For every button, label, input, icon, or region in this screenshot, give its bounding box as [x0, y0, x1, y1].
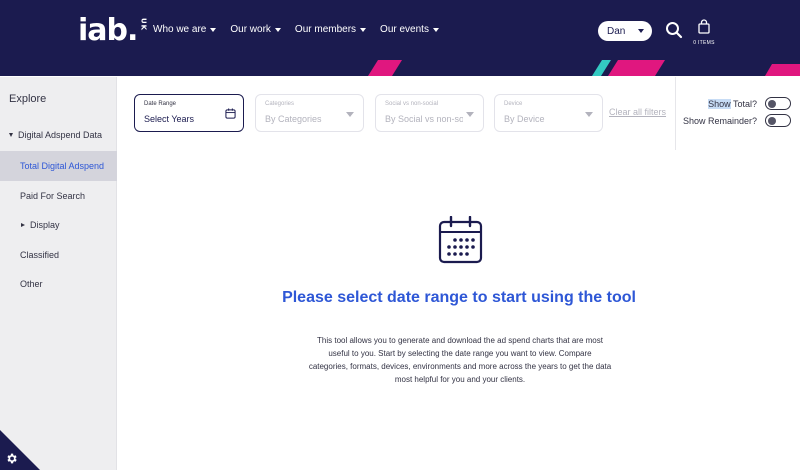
sidebar-title: Explore: [9, 93, 47, 105]
logo-suffix: UK: [139, 18, 148, 32]
show-remainder-toggle[interactable]: [765, 114, 791, 127]
triangle-down-icon: [9, 133, 13, 137]
sidebar-item-other[interactable]: Other: [0, 269, 117, 299]
nav-label: Our events: [380, 24, 429, 35]
calendar-icon: [438, 216, 483, 264]
toggle-panel: Show Total? Show Remainder?: [675, 77, 800, 150]
user-name: Dan: [607, 25, 626, 37]
filter-value: By Social vs non-so: [385, 114, 463, 124]
nav-label: Our work: [230, 24, 271, 35]
sidebar-item-label: Digital Adspend Data: [18, 130, 103, 140]
categories-filter[interactable]: Categories By Categories: [255, 94, 364, 132]
selected-text: Show: [708, 98, 731, 109]
sidebar-item-total-digital-adspend[interactable]: Total Digital Adspend: [0, 151, 117, 181]
filter-value: Select Years: [144, 114, 195, 124]
show-remainder-row: Show Remainder?: [683, 114, 791, 127]
filter-label: Social vs non-social: [385, 101, 439, 107]
nav-label: Who we are: [153, 24, 207, 35]
show-total-row: Show Total?: [708, 97, 791, 110]
sidebar-item-label: Paid For Search: [20, 191, 86, 201]
sidebar: Explore Digital Adspend Data Total Digit…: [0, 77, 117, 470]
sidebar-item-label: Display: [30, 220, 60, 230]
nav-label: Our members: [294, 24, 357, 35]
show-total-toggle[interactable]: [765, 97, 791, 110]
sidebar-item-digital-adspend-data[interactable]: Digital Adspend Data: [0, 120, 117, 150]
nav-our-members[interactable]: Our members: [294, 24, 367, 35]
filter-label: Categories: [265, 101, 295, 107]
chevron-down-icon: [360, 27, 367, 32]
show-remainder-label: Show Remainder?: [682, 115, 757, 126]
sidebar-item-label: Total Digital Adspend: [20, 161, 105, 171]
social-filter[interactable]: Social vs non-social By Social vs non-so: [375, 94, 484, 132]
chevron-down-icon: [585, 112, 593, 117]
gear-icon: [7, 453, 17, 464]
filter-value: By Categories: [265, 114, 322, 124]
empty-state-heading: Please select date range to start using …: [282, 289, 636, 306]
clear-filters-link[interactable]: Clear all filters: [609, 107, 666, 117]
chevron-down-icon: [432, 27, 439, 32]
triangle-right-icon: [21, 223, 25, 227]
filter-value: By Device: [504, 114, 545, 124]
calendar-icon: [225, 108, 236, 119]
filter-label: Device: [504, 101, 523, 107]
chevron-down-icon: [346, 112, 354, 117]
chevron-down-icon: [638, 29, 644, 33]
nav-our-events[interactable]: Our events: [380, 24, 439, 35]
decorative-stripes: [368, 60, 800, 76]
nav-our-work[interactable]: Our work: [230, 24, 281, 35]
sidebar-item-paid-for-search[interactable]: Paid For Search: [0, 181, 117, 211]
cart-count: 0 ITEMS: [693, 40, 715, 46]
cart-button[interactable]: 0 ITEMS: [692, 19, 716, 46]
site-header: iab. UK Who we are Our work Our members …: [0, 0, 800, 76]
search-icon[interactable]: [665, 21, 683, 39]
main-nav: Who we are Our work Our members Our even…: [153, 24, 439, 35]
iab-logo[interactable]: iab. UK: [78, 14, 147, 48]
sidebar-item-display[interactable]: Display: [0, 210, 117, 240]
show-total-label: Show Total?: [708, 98, 757, 109]
filter-label: Date Range: [144, 101, 177, 107]
user-menu-button[interactable]: Dan: [598, 21, 652, 41]
shopping-bag-icon: [698, 19, 710, 34]
nav-who-we-are[interactable]: Who we are: [153, 24, 217, 35]
sidebar-item-label: Other: [20, 279, 43, 289]
logo-text: iab.: [78, 13, 138, 48]
label-rest: Total?: [730, 98, 757, 109]
chevron-down-icon: [210, 27, 217, 32]
sidebar-item-label: Classified: [20, 250, 60, 260]
chevron-down-icon: [466, 112, 474, 117]
date-range-filter[interactable]: Date Range Select Years: [134, 94, 244, 132]
sidebar-item-classified[interactable]: Classified: [0, 240, 117, 270]
device-filter[interactable]: Device By Device: [494, 94, 603, 132]
chevron-down-icon: [274, 27, 281, 32]
empty-state-description: This tool allows you to generate and dow…: [308, 336, 612, 384]
